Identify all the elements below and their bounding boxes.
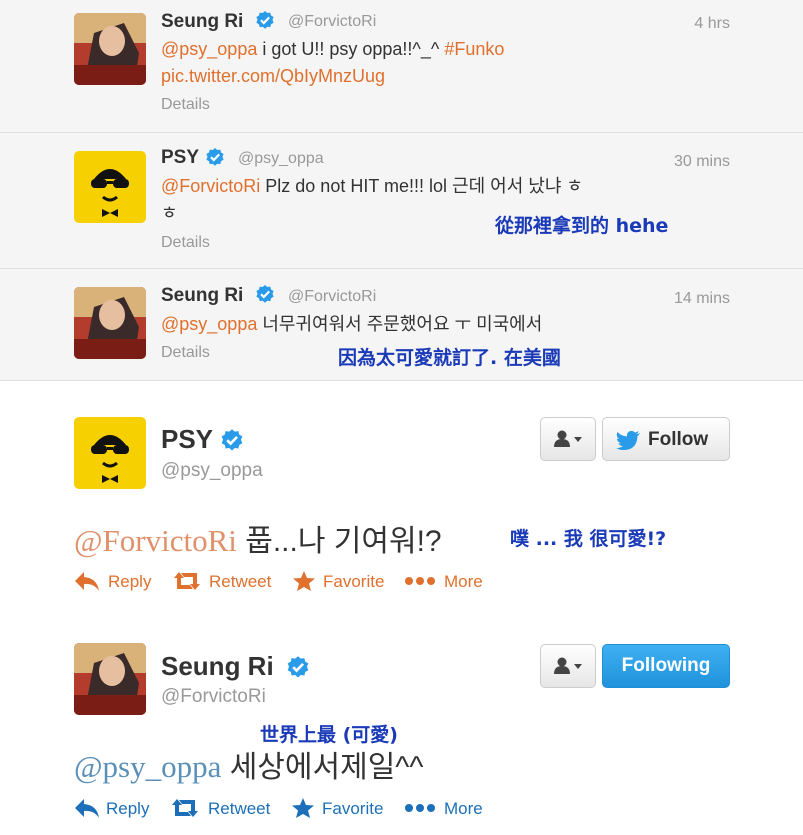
verified-badge-icon — [286, 655, 310, 679]
author-name[interactable]: Seung Ri — [161, 285, 243, 307]
tweet-body: i got U!! psy oppa!!^_^ — [257, 39, 445, 59]
translation-annotation: 從那裡拿到的 hehe — [495, 215, 669, 237]
avatar-psy-face — [74, 417, 146, 489]
author-name[interactable]: PSY — [161, 424, 213, 455]
details-link[interactable]: Details — [161, 234, 210, 252]
following-button[interactable]: Following — [602, 644, 730, 688]
retweet-icon — [172, 799, 198, 817]
translation-annotation: 噗 ... 我 很可愛!? — [510, 528, 667, 550]
star-icon — [293, 571, 315, 591]
avatar-seungri[interactable] — [74, 287, 146, 359]
favorite-action[interactable]: Favorite — [292, 569, 412, 595]
author-handle[interactable]: @psy_oppa — [161, 460, 263, 482]
ellipsis-icon — [405, 577, 435, 585]
tweet-text: @ForvictoRi 풉...나 기여워!? — [74, 516, 442, 560]
tweet-timestamp[interactable]: 14 mins — [674, 290, 730, 308]
author-name[interactable]: Seung Ri — [161, 11, 243, 33]
pic-link[interactable]: pic.twitter.com/QbIyMnzUug — [161, 66, 385, 86]
author-handle[interactable]: @ForvictoRi — [161, 686, 266, 708]
author-name[interactable]: PSY — [161, 147, 199, 169]
follow-button[interactable]: Follow — [602, 417, 730, 461]
retweet-action[interactable]: Retweet — [172, 569, 282, 595]
follow-label: Follow — [648, 429, 709, 450]
reply-action[interactable]: Reply — [74, 569, 156, 595]
more-action[interactable]: More — [404, 569, 494, 595]
tweet-body-cont: ㅎ — [161, 203, 178, 223]
mention-link[interactable]: @psy_oppa — [161, 314, 257, 334]
avatar-seungri-photo — [74, 643, 146, 715]
star-icon — [292, 798, 314, 818]
avatar-seungri[interactable] — [74, 13, 146, 85]
ellipsis-icon — [405, 804, 435, 812]
avatar-seungri-photo — [74, 287, 146, 359]
mention-link[interactable]: @ForvictoRi — [161, 176, 260, 196]
user-dropdown-icon — [554, 657, 582, 674]
tweet-text: @psy_oppa 너무귀여워서 주문했어요 ㅜ 미국에서 — [161, 311, 681, 338]
avatar-seungri[interactable] — [74, 643, 146, 715]
avatar-psy[interactable] — [74, 151, 146, 223]
user-actions-button[interactable] — [540, 644, 596, 688]
hashtag-link[interactable]: #Funko — [444, 39, 504, 59]
tweet-text: @psy_oppa i got U!! psy oppa!!^_^ #Funko… — [161, 36, 621, 90]
author-handle[interactable]: @psy_oppa — [238, 150, 324, 168]
favorite-action[interactable]: Favorite — [291, 796, 411, 822]
retweet-icon — [174, 572, 200, 590]
avatar-psy[interactable] — [74, 417, 146, 489]
thread-tweet-1[interactable]: Seung Ri @ForvictoRi 4 hrs @psy_oppa i g… — [0, 0, 803, 132]
details-link[interactable]: Details — [161, 344, 210, 362]
details-link[interactable]: Details — [161, 96, 210, 114]
author-handle[interactable]: @ForvictoRi — [288, 13, 376, 31]
verified-badge-icon — [205, 147, 225, 167]
reply-arrow-icon — [75, 799, 99, 818]
author-handle[interactable]: @ForvictoRi — [288, 288, 376, 306]
tweet-body: 너무귀여워서 주문했어요 ㅜ 미국에서 — [257, 314, 543, 334]
tweet-body: 세상에서제일^^ — [221, 751, 424, 784]
verified-badge-icon — [255, 10, 275, 30]
verified-badge-icon — [255, 284, 275, 304]
user-actions-button[interactable] — [540, 417, 596, 461]
conversation-thread: Seung Ri @ForvictoRi 4 hrs @psy_oppa i g… — [0, 0, 803, 381]
tweet-body: 풉...나 기여워!? — [236, 525, 442, 558]
more-action[interactable]: More — [404, 796, 494, 822]
tweet-timestamp[interactable]: 30 mins — [674, 153, 730, 171]
verified-badge-icon — [220, 428, 244, 452]
mention-link[interactable]: @ForvictoRi — [74, 523, 237, 558]
tweet-text: @psy_oppa 세상에서제일^^ — [74, 742, 423, 786]
mention-link[interactable]: @psy_oppa — [74, 749, 221, 784]
tweet-timestamp[interactable]: 4 hrs — [694, 15, 730, 33]
author-name[interactable]: Seung Ri — [161, 651, 274, 682]
thread-tweet-3[interactable]: Seung Ri @ForvictoRi 14 mins @psy_oppa 너… — [0, 268, 803, 381]
user-dropdown-icon — [554, 430, 582, 447]
reply-arrow-icon — [75, 572, 99, 591]
thread-tweet-2[interactable]: PSY @psy_oppa 30 mins @ForvictoRi Plz do… — [0, 132, 803, 268]
avatar-seungri-photo — [74, 13, 146, 85]
tweet-body: Plz do not HIT me!!! lol 근데 어서 났냐 ㅎ — [260, 176, 583, 196]
translation-annotation: 因為太可愛就訂了. 在美國 — [338, 347, 561, 369]
mention-link[interactable]: @psy_oppa — [161, 39, 257, 59]
reply-action[interactable]: Reply — [74, 796, 156, 822]
avatar-psy-face — [74, 151, 146, 223]
twitter-bird-icon — [616, 430, 640, 450]
retweet-action[interactable]: Retweet — [170, 796, 280, 822]
